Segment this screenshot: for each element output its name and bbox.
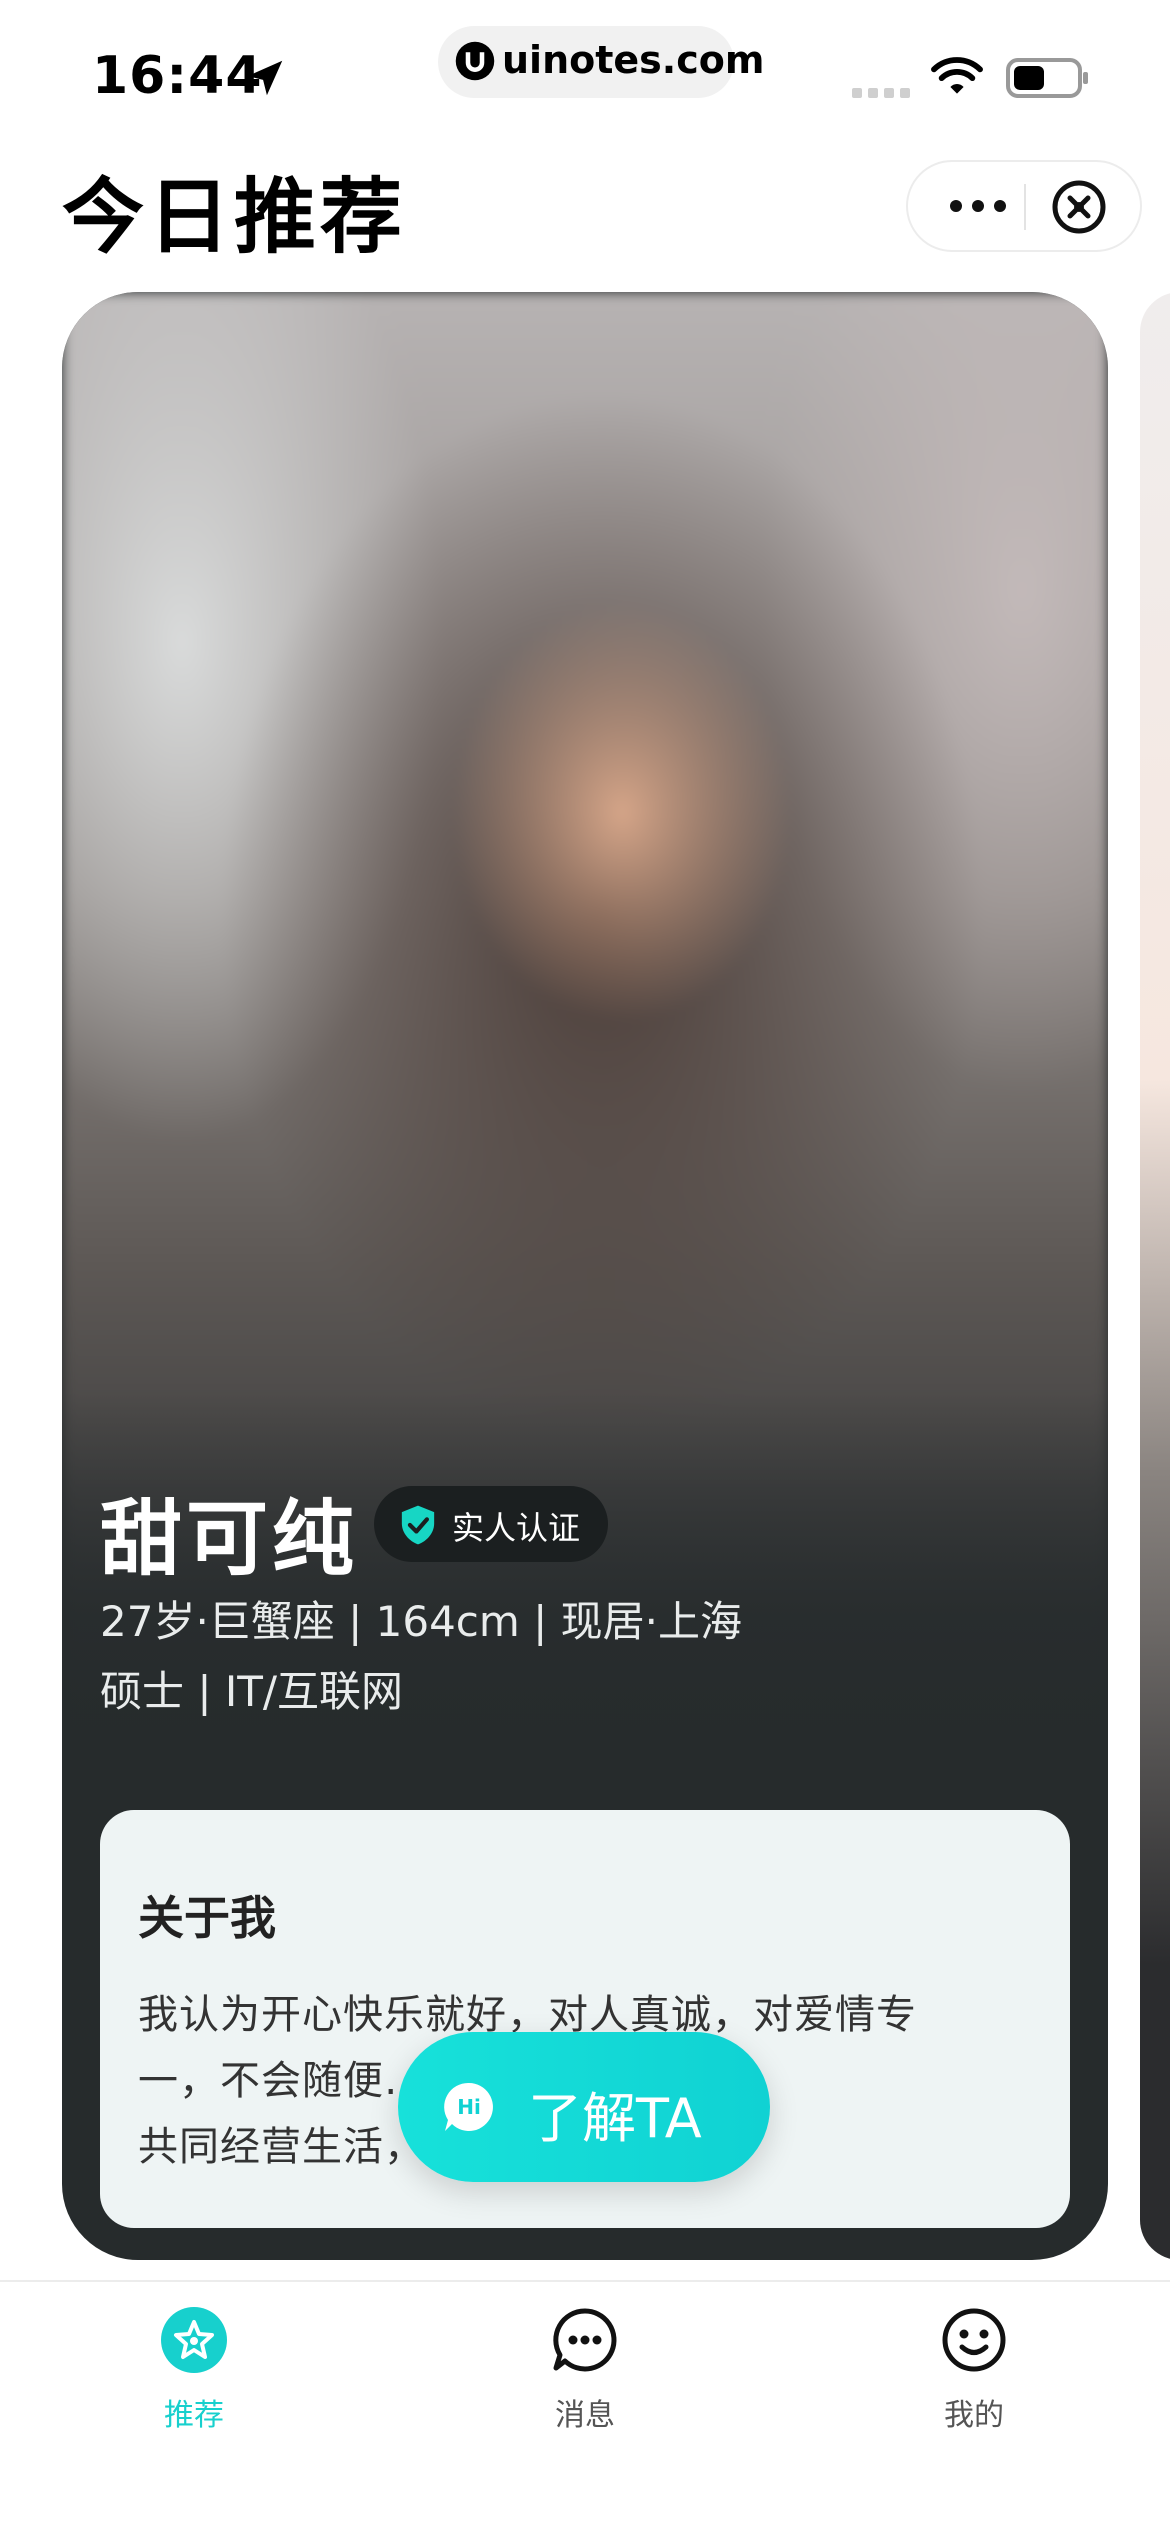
battery-icon (1006, 58, 1088, 98)
learn-more-button[interactable]: Hi 了解TA (398, 2032, 770, 2182)
tab-messages[interactable]: 消息 (485, 2282, 685, 2442)
close-circle-icon[interactable] (1048, 176, 1110, 238)
star-icon (161, 2307, 227, 2373)
tab-recommend[interactable]: 推荐 (94, 2282, 294, 2442)
message-icon (553, 2308, 617, 2372)
tab-label-messages: 消息 (555, 2398, 615, 2433)
smiley-icon (942, 2308, 1006, 2372)
signal-icon (852, 88, 910, 98)
location-arrow-icon (247, 60, 283, 96)
tab-label-mine: 我的 (944, 2398, 1004, 2433)
learn-more-label: 了解TA (528, 2087, 702, 2150)
hi-chat-icon: Hi (444, 2082, 493, 2131)
profile-basic-info: 27岁·巨蟹座 | 164cm | 现居·上海 (100, 1597, 743, 1646)
verified-label: 实人认证 (452, 1509, 581, 1547)
profile-card[interactable]: 甜可纯 实人认证 27岁·巨蟹座 | 164cm | 现居·上海 硕士 | IT… (62, 292, 1108, 2260)
url-text: uinotes.com (502, 38, 765, 82)
mini-program-capsule (906, 160, 1142, 252)
svg-text:Hi: Hi (457, 2095, 481, 2119)
page-title: 今日推荐 (62, 170, 407, 265)
capsule-divider (1024, 184, 1026, 230)
tab-label-recommend: 推荐 (164, 2398, 224, 2433)
status-time: 16:44 (92, 46, 263, 106)
profile-name: 甜可纯 (100, 1492, 359, 1587)
shield-check-icon (401, 1505, 435, 1545)
wifi-icon (931, 57, 983, 94)
profile-education-job: 硕士 | IT/互联网 (100, 1667, 404, 1716)
uinotes-logo-icon (455, 41, 495, 81)
next-profile-card-peek[interactable] (1140, 292, 1170, 2260)
status-bar: 16:44 uinotes.com (0, 0, 1170, 140)
about-me-title: 关于我 (138, 1891, 276, 1945)
verified-badge: 实人认证 (374, 1486, 608, 1562)
more-dots-icon[interactable] (938, 180, 1018, 232)
bottom-tab-bar: 推荐 消息 我的 (0, 2280, 1170, 2534)
tab-mine[interactable]: 我的 (874, 2282, 1074, 2442)
